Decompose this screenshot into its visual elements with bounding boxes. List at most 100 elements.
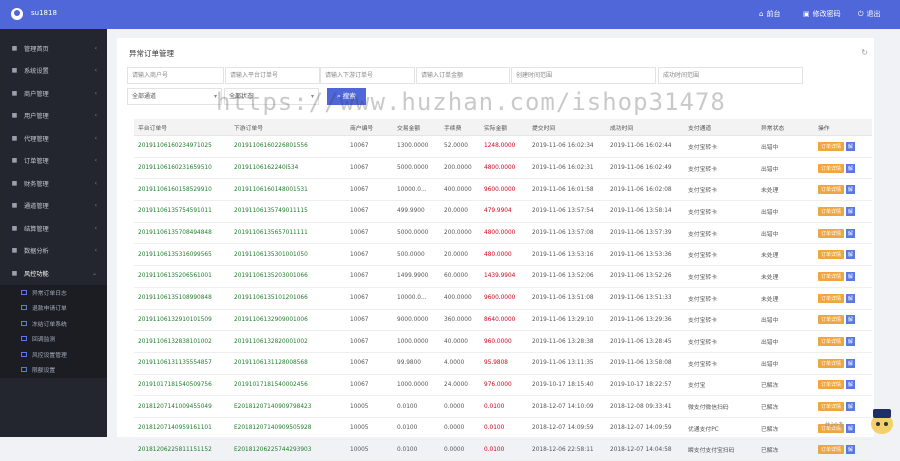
table-row[interactable]: 20191106135206561001 20191106135203001066…	[134, 265, 872, 288]
table-cell: 99.9800	[393, 352, 440, 375]
sidebar-item[interactable]: ■ 风控功能 ⌄	[0, 262, 107, 285]
unfreeze-button[interactable]: 解	[846, 185, 856, 195]
sidebar-item[interactable]: ■ 代理管理 ‹	[0, 127, 107, 150]
unfreeze-button[interactable]: 解	[846, 250, 856, 260]
unfreeze-button[interactable]: 解	[846, 163, 856, 173]
sidebar-subitem[interactable]: 回调监测	[0, 331, 107, 347]
sidebar-item-label: 管理首页	[24, 45, 49, 53]
table-cell: 1248.0000	[480, 135, 528, 158]
order-detail-button[interactable]: 订单详情	[818, 293, 845, 303]
unfreeze-button[interactable]: 解	[846, 358, 856, 368]
unfreeze-button[interactable]: 解	[846, 380, 856, 390]
sidebar-subitem-label: 回调监测	[32, 337, 56, 344]
order-detail-button[interactable]: 订单详情	[818, 206, 845, 216]
amount-input[interactable]: 请输入订单金额	[416, 67, 510, 84]
chevron-icon: ‹	[94, 247, 97, 255]
sidebar-item[interactable]: ■ 订单管理 ‹	[0, 150, 107, 173]
table-row[interactable]: 20181207140959161101 E2018120714090950592…	[134, 417, 872, 440]
unfreeze-button[interactable]: 解	[846, 315, 856, 325]
chevron-icon: ‹	[94, 224, 97, 232]
sidebar-item[interactable]: ■ 商户管理 ‹	[0, 82, 107, 105]
order-detail-button[interactable]: 订单详情	[818, 141, 845, 151]
table-row[interactable]: 20191106135316099565 20191106135301001050…	[134, 243, 872, 267]
create-time-input[interactable]: 创建时间范围	[511, 67, 656, 84]
success-time-input[interactable]: 成功时间范围	[658, 67, 803, 84]
sidebar-item[interactable]: ■ 财务管理 ‹	[0, 172, 107, 195]
sidebar-subitem[interactable]: 异常订单日志	[0, 285, 107, 301]
sidebar-item[interactable]: ■ 管理首页 ‹	[0, 37, 107, 60]
sidebar-item[interactable]: ■ 结算管理 ‹	[0, 217, 107, 240]
sidebar-item[interactable]: ■ 系统设置 ‹	[0, 60, 107, 83]
sidebar-submenu: 异常订单日志 退款申请订单 冻结订单系统回调监测风控设置管理 限额设置	[0, 284, 107, 378]
table-cell: 20191106135101201066	[230, 287, 346, 310]
sidebar-item[interactable]: ■ 数据分析 ‹	[0, 240, 107, 263]
table-row[interactable]: 20191106160234971025 20191106160226801556…	[134, 135, 872, 158]
sidebar-subitem[interactable]: 退款申请订单	[0, 300, 107, 316]
table-row[interactable]: 20181206225811151152 E2018120622574429390…	[134, 439, 872, 461]
platform-order-input[interactable]: 请输入平台订单号	[225, 67, 320, 84]
table-cell: 9600.0000	[480, 178, 528, 202]
table-cell: 瞬支付支付宝扫码	[684, 439, 757, 461]
unfreeze-button[interactable]: 解	[846, 337, 856, 347]
unfreeze-button[interactable]: 解	[846, 206, 856, 216]
table-row[interactable]: 20191106132910101509 20191106132909001006…	[134, 309, 872, 332]
column-header: 异常状态	[757, 119, 814, 136]
unfreeze-button[interactable]: 解	[846, 293, 856, 303]
home-link[interactable]: ⌂ 前台	[759, 9, 780, 19]
merchant-input[interactable]: 请输入商户号	[127, 67, 224, 84]
sidebar-item[interactable]: ■ 通道管理 ‹	[0, 195, 107, 218]
table-cell: 未处理	[757, 287, 814, 310]
table-cell: 0.0100	[393, 439, 440, 461]
table-cell: 支付宝转卡	[684, 200, 757, 223]
order-detail-button[interactable]: 订单详情	[818, 315, 845, 325]
table-cell: 20181206225811151152	[134, 439, 230, 461]
order-detail-button[interactable]: 订单详情	[818, 250, 845, 260]
op-cell: 订单详情解	[814, 200, 872, 223]
table-cell: 未处理	[757, 178, 814, 202]
unfreeze-button[interactable]: 解	[846, 141, 856, 151]
order-detail-button[interactable]: 订单详情	[818, 228, 845, 238]
table-cell: 未处理	[757, 243, 814, 267]
table-row[interactable]: 20191106160231659510 20191106162240l534 10…	[134, 157, 872, 180]
sidebar-subitem[interactable]: 风控设置管理	[0, 347, 107, 363]
table-cell: 2018-12-07 14:09:59	[606, 417, 684, 440]
table-cell: 出错中	[757, 352, 814, 375]
logout-link[interactable]: ⏻ 退出	[858, 9, 881, 19]
table-row[interactable]: 20191106160158529910 20191106160148001531…	[134, 178, 872, 202]
refresh-icon[interactable]: ↻	[861, 48, 868, 57]
change-password-link[interactable]: ▣ 修改密码	[803, 9, 841, 19]
table-cell: 2019-11-06 16:02:34	[528, 135, 606, 158]
table-cell: 未处理	[757, 265, 814, 288]
unfreeze-button[interactable]: 解	[846, 445, 856, 455]
table-row[interactable]: 20191106135754591011 20191106135749011115…	[134, 200, 872, 223]
table-row[interactable]: 20191106132838101002 20191106132820001002…	[134, 330, 872, 353]
order-detail-button[interactable]: 订单详情	[818, 402, 845, 412]
table-row[interactable]: 20191106135708494848 20191106135657011111…	[134, 222, 872, 245]
down-order-input[interactable]: 请输入下游订单号	[320, 67, 415, 84]
unfreeze-button[interactable]: 解	[846, 423, 856, 433]
table-row[interactable]: 20181207141009455049 E2018120714090979842…	[134, 395, 872, 418]
avatar[interactable]	[11, 8, 23, 20]
order-detail-button[interactable]: 订单详情	[818, 163, 845, 173]
sidebar-subitem[interactable]: 冻结订单系统	[0, 316, 107, 332]
column-header: 交易金额	[393, 119, 440, 136]
unfreeze-button[interactable]: 解	[846, 271, 856, 281]
order-detail-button[interactable]: 订单详情	[818, 337, 845, 347]
table-row[interactable]: 20191017181540509756 20191017181540002456…	[134, 374, 872, 397]
sidebar-item[interactable]: ■ 用户管理 ‹	[0, 105, 107, 128]
unfreeze-button[interactable]: 解	[846, 402, 856, 412]
square-icon	[21, 351, 27, 357]
table-cell: 2019-11-06 16:01:58	[528, 178, 606, 202]
order-detail-button[interactable]: 订单详情	[818, 358, 845, 368]
order-detail-button[interactable]: 订单详情	[818, 185, 845, 195]
order-detail-button[interactable]: 订单详情	[818, 380, 845, 390]
sidebar-subitem[interactable]: 限额设置	[0, 362, 107, 378]
order-detail-button[interactable]: 订单详情	[818, 271, 845, 281]
table-cell: 8640.0000	[480, 309, 528, 332]
unfreeze-button[interactable]: 解	[846, 228, 856, 238]
op-cell: 订单详情解	[814, 330, 872, 353]
table-row[interactable]: 20191106131135554857 20191106131128008568…	[134, 352, 872, 375]
table-row[interactable]: 20191106135108990848 20191106135101201066…	[134, 287, 872, 310]
channel-select[interactable]: 全部通道 ▾	[127, 88, 222, 105]
order-detail-button[interactable]: 订单详情	[818, 445, 845, 455]
